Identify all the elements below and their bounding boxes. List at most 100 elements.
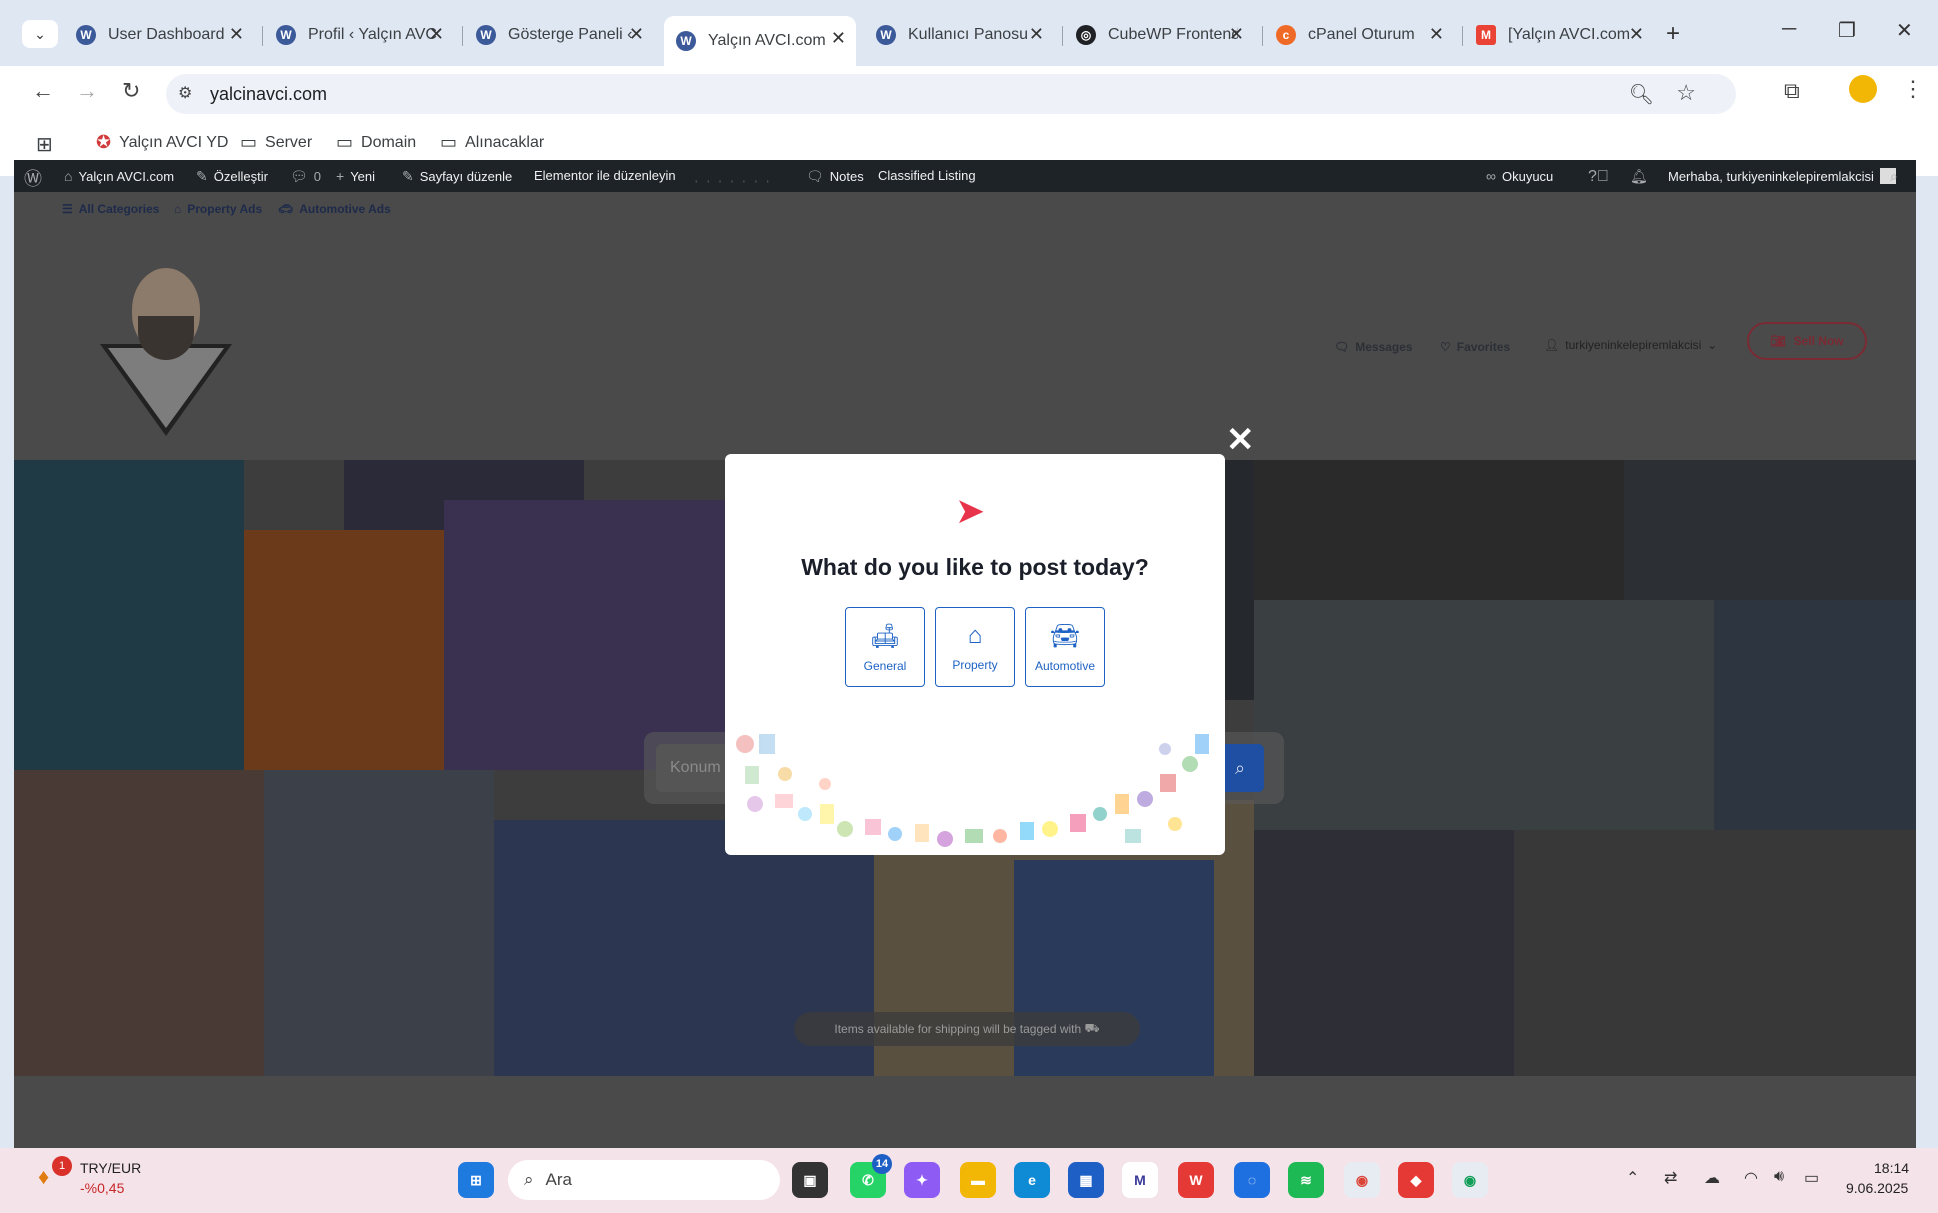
page-footer-area [14,1076,1916,1148]
spotify-icon[interactable]: ≋ [1288,1162,1324,1198]
close-icon[interactable]: ✕ [429,24,444,45]
adminbar-search-icon[interactable]: ⌕ [1890,168,1898,185]
clock-time[interactable]: 18:14 [1874,1160,1909,1176]
help-icon[interactable]: ?⃝ [1588,168,1609,186]
shipping-note: Items available for shipping will be tag… [794,1012,1140,1046]
task-view-icon[interactable]: ▣ [792,1162,828,1198]
tab-profil[interactable]: W Profil ‹ Yalçın AVCI ✕ [264,16,454,54]
restore-button[interactable]: ❐ [1838,18,1856,43]
option-property[interactable]: ⌂ Property [935,607,1015,687]
paper-plane-icon: ➤ [955,490,986,531]
adminbar-classified[interactable]: Classified Listing [878,168,976,183]
profile-avatar[interactable] [1849,75,1877,103]
anydesk-icon[interactable]: ◆ [1398,1162,1434,1198]
close-icon[interactable]: ✕ [1029,24,1044,45]
adminbar-reader[interactable]: ∞ Okuyucu [1486,168,1553,184]
plus-icon: + [336,168,345,184]
back-button[interactable]: ← [32,78,54,104]
close-icon[interactable]: ✕ [831,28,846,49]
modal-close-button[interactable]: ✕ [1226,420,1255,460]
bookmark-server[interactable]: ▭ Server [240,132,312,153]
mail-app-icon[interactable]: M [1122,1162,1158,1198]
notifications-bell-icon[interactable]: 🔔︎ [1630,168,1648,185]
store-icon[interactable]: ▦ [1068,1162,1104,1198]
home-icon: ⌂ [64,168,73,184]
chrome-profile-icon[interactable]: ◉ [1452,1162,1488,1198]
heart-icon: ♡ [1440,340,1451,354]
start-button[interactable]: ⊞ [458,1162,494,1198]
bookmark-alinacaklar[interactable]: ▭ Alınacaklar [440,132,544,153]
truck-icon: ⛟ [1084,1021,1100,1035]
wifi-icon[interactable]: ◠ [1744,1168,1758,1188]
whatsapp-icon[interactable]: ✆ 14 [850,1154,892,1198]
header-user-menu[interactable]: 👤︎ turkiyeninkelepiremlakcisi ⌄ [1544,338,1717,352]
adminbar-elementor[interactable]: Elementor ile düzenleyin [534,168,676,183]
message-icon: 🗨︎ [1334,340,1350,354]
battery-icon[interactable]: ▭ [1804,1168,1819,1188]
adminbar-comments[interactable]: 💬︎ 0 [290,168,321,185]
tab-kullanici-panosu[interactable]: W Kullanıcı Panosu ✕ [864,16,1054,54]
bookmarks-bar: ⊞ ✪ Yalçın AVCI YD ▭ Server ▭ Domain ▭ A… [0,124,1938,164]
nav-property-ads[interactable]: ⌂ Property Ads [174,202,262,216]
tab-cpanel[interactable]: c cPanel Oturum ✕ [1264,16,1454,54]
close-icon[interactable]: ✕ [1629,24,1644,45]
new-tab-button[interactable]: + [1666,20,1680,48]
option-general[interactable]: 🛋︎ General [845,607,925,687]
wordpress-icon: W [476,25,496,45]
chevron-up-icon[interactable]: ⌃ [1626,1168,1639,1188]
currency-widget[interactable]: ♦ 1 TRY/EUR -%0,45 [38,1156,158,1202]
adminbar-customize[interactable]: ✎ Özelleştir [196,168,268,185]
volume-icon[interactable]: 🔊︎ [1774,1168,1784,1186]
taskbar-search[interactable]: ⌕ Ara [508,1160,780,1200]
tab-search-button[interactable]: ⌄ [22,20,58,48]
forward-button[interactable]: → [76,78,98,104]
tab-yalcin-avci-active[interactable]: W Yalçın AVCI.com ✕ [664,16,856,66]
zoom-icon[interactable]: 🔍︎ [1629,82,1654,107]
reload-button[interactable]: ↻ [122,78,140,104]
onedrive-icon[interactable]: ☁ [1704,1168,1720,1188]
nav-all-categories[interactable]: ☰ All Categories [62,202,159,216]
copilot-icon[interactable]: ✦ [904,1162,940,1198]
clock-date[interactable]: 9.06.2025 [1846,1180,1908,1196]
tab-user-dashboard[interactable]: W User Dashboard ✕ [64,16,254,54]
wps-office-icon[interactable]: W [1178,1162,1214,1198]
kebab-menu-icon[interactable]: ⋮ [1902,76,1924,102]
bookmark-star-icon[interactable]: ☆ [1676,80,1696,106]
tab-gmail[interactable]: M [Yalçın AVCI.com ✕ [1464,16,1654,54]
site-settings-icon[interactable]: ⚙ [178,83,192,103]
adminbar-edit-page[interactable]: ✎ Sayfayı düzenle [402,168,512,185]
wordpress-icon: W [876,25,896,45]
nav-automotive-ads[interactable]: 🚗︎ Automotive Ads [278,202,391,216]
close-icon[interactable]: ✕ [229,24,244,45]
close-icon[interactable]: ✕ [1429,24,1444,45]
sell-now-button[interactable]: 📷︎ Sell Now [1747,322,1867,360]
adminbar-new[interactable]: + Yeni [336,168,375,184]
edge-icon[interactable]: e [1014,1162,1050,1198]
url-text[interactable]: yalcinavci.com [210,84,327,105]
adminbar-site[interactable]: ⌂ Yalçın AVCI.com [64,168,174,184]
close-icon[interactable]: ✕ [629,24,644,45]
header-favorites[interactable]: ♡ Favorites [1440,340,1510,354]
settings-toggle-icon[interactable]: ⇄ [1664,1168,1677,1188]
apps-grid-icon[interactable]: ⊞ [36,132,53,157]
close-icon[interactable]: ✕ [1229,24,1244,45]
user-icon: 👤︎ [1544,338,1560,352]
option-automotive[interactable]: 🚘︎ Automotive [1025,607,1105,687]
chat-app-icon[interactable]: ◌ [1234,1162,1270,1198]
wp-logo-icon[interactable]: Ⓦ [24,168,42,191]
file-explorer-icon[interactable]: ▬ [960,1162,996,1198]
address-bar[interactable]: ⚙ yalcinavci.com 🔍︎ ☆ [166,74,1736,114]
bookmark-domain[interactable]: ▭ Domain [336,132,416,153]
category-nav: ☰ All Categories ⌂ Property Ads 🚗︎ Automoti… [14,192,1916,228]
tab-gosterge-paneli[interactable]: W Gösterge Paneli ‹ ✕ [464,16,654,54]
chrome-icon[interactable]: ◉ [1344,1162,1380,1198]
close-window-button[interactable]: ✕ [1896,18,1913,43]
extensions-icon[interactable]: ⧉ [1784,78,1800,104]
comment-icon: 💬︎ [290,168,308,184]
adminbar-greeting[interactable]: Merhaba, turkiyeninkelepiremlakcisi [1668,168,1896,184]
minimize-button[interactable]: ─ [1782,18,1796,41]
bookmark-yalcin-avci-yd[interactable]: ✪ Yalçın AVCI YD [96,132,228,153]
header-messages[interactable]: 🗨︎ Messages [1334,340,1413,354]
adminbar-notes[interactable]: 🗨︎ Notes [806,168,864,185]
tab-cubewp[interactable]: ◎ CubeWP Frontend ✕ [1064,16,1254,54]
